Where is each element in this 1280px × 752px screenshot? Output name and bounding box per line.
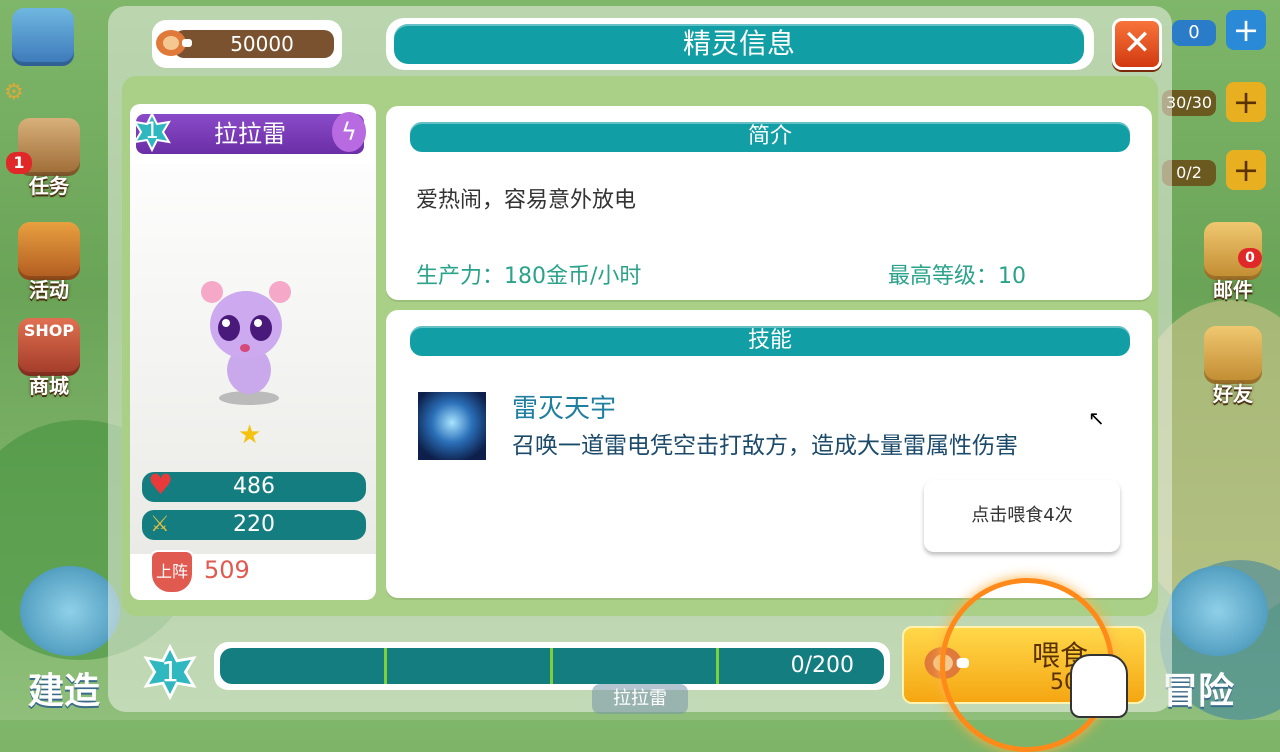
gear-icon[interactable]: ⚙	[4, 80, 24, 105]
exp-level-badge: 1	[142, 644, 198, 700]
pencils-icon	[12, 8, 74, 66]
exp-bar-track: 0/200	[220, 648, 884, 684]
shop-banner: SHOP	[23, 321, 75, 340]
hammer-icon	[20, 566, 120, 656]
max-level: 最高等级：10	[888, 264, 1026, 289]
quest-badge: 1	[6, 152, 32, 174]
spirit-level: 1	[145, 119, 159, 144]
shop-icon: SHOP	[18, 318, 80, 376]
feed-tip-bubble: 点击喂食4次	[924, 480, 1120, 552]
attack-value: 220	[233, 512, 275, 537]
exp-divider	[716, 648, 719, 684]
close-button[interactable]: ✕	[1112, 18, 1162, 70]
deploy-label: 上阵	[155, 562, 188, 581]
intro-title: 简介	[410, 122, 1130, 152]
meat-icon	[156, 30, 192, 56]
mail-label: 邮件	[1213, 278, 1253, 302]
exp-level: 1	[161, 655, 179, 688]
intro-description: 爱热闹，容易意外放电	[416, 188, 637, 213]
close-icon: ✕	[1122, 23, 1152, 63]
resource-energy-value: 30/30	[1165, 93, 1213, 112]
hp-value: 486	[233, 474, 275, 499]
sword-stat-icon: ⚔	[150, 512, 170, 537]
bottom-spirit-tab[interactable]: 拉拉雷	[592, 684, 688, 714]
exp-text: 0/200	[790, 653, 854, 678]
power-value: 509	[204, 556, 250, 584]
exp-divider	[384, 648, 387, 684]
resource-other-value: 0/2	[1176, 163, 1202, 182]
lightning-skill-icon[interactable]	[418, 392, 486, 460]
resource-top: 0	[1172, 20, 1216, 46]
quest-button[interactable]: 任务 1	[6, 118, 84, 199]
heart-icon: ♥	[148, 468, 174, 501]
attack-bar: ⚔ 220	[142, 510, 366, 540]
pointing-hand-icon	[1070, 654, 1128, 718]
production-rate: 生产力：180金币/小时	[416, 264, 642, 289]
shop-label: 商城	[29, 374, 69, 398]
plus-button-2[interactable]: +	[1226, 82, 1266, 122]
build-label: 建造	[28, 671, 101, 712]
adventure-label: 冒险	[1162, 671, 1235, 712]
friends-button[interactable]: 好友	[1198, 326, 1268, 407]
skill-name: 雷灭天宇	[512, 394, 617, 424]
currency-display: 50000	[152, 20, 342, 68]
intro-card: 简介 爱热闹，容易意外放电 生产力：180金币/小时 最高等级：10	[386, 106, 1152, 300]
event-label: 活动	[29, 278, 69, 302]
hp-bar: ♥ 486	[142, 468, 366, 502]
event-button[interactable]: 活动	[14, 222, 84, 303]
spirit-portrait	[201, 281, 291, 405]
currency-amount: 50000	[174, 30, 334, 58]
plus-button-3[interactable]: +	[1226, 150, 1266, 190]
plus-button-1[interactable]: +	[1226, 10, 1266, 50]
lightning-icon: ϟ	[332, 112, 366, 152]
menu-top-icon[interactable]	[8, 8, 78, 66]
exp-bar: 0/200	[214, 642, 890, 690]
quest-label: 任务	[29, 174, 69, 198]
sword-icon	[1168, 566, 1268, 656]
page-title: 精灵信息	[394, 24, 1084, 64]
spirit-card: 拉拉雷 1 ϟ ★ ♥ 486 ⚔ 220 上阵 509	[130, 104, 376, 600]
skills-title: 技能	[410, 326, 1130, 356]
header: 精灵信息	[386, 18, 1094, 70]
skills-card: 技能 雷灭天宇 召唤一道雷电凭空击打敌方，造成大量雷属性伤害 点击喂食4次	[386, 310, 1152, 598]
deploy-badge: 上阵	[150, 550, 194, 594]
exp-divider	[550, 648, 553, 684]
adventure-button[interactable]: 冒险	[1158, 560, 1280, 712]
resource-top-value: 0	[1188, 22, 1200, 43]
skill-description: 召唤一道雷电凭空击打敌方，造成大量雷属性伤害	[512, 433, 1018, 459]
friends-icon	[1204, 326, 1262, 384]
spirit-level-badge: 1	[132, 112, 172, 152]
rarity-star-icon: ★	[238, 420, 262, 450]
friends-label: 好友	[1213, 382, 1253, 406]
mouse-cursor-icon: ↖	[1088, 406, 1105, 430]
gift-icon	[18, 222, 80, 280]
mail-button[interactable]: 邮件 0	[1198, 222, 1268, 303]
mail-badge: 0	[1238, 248, 1262, 268]
shop-button[interactable]: SHOP 商城	[14, 318, 84, 399]
